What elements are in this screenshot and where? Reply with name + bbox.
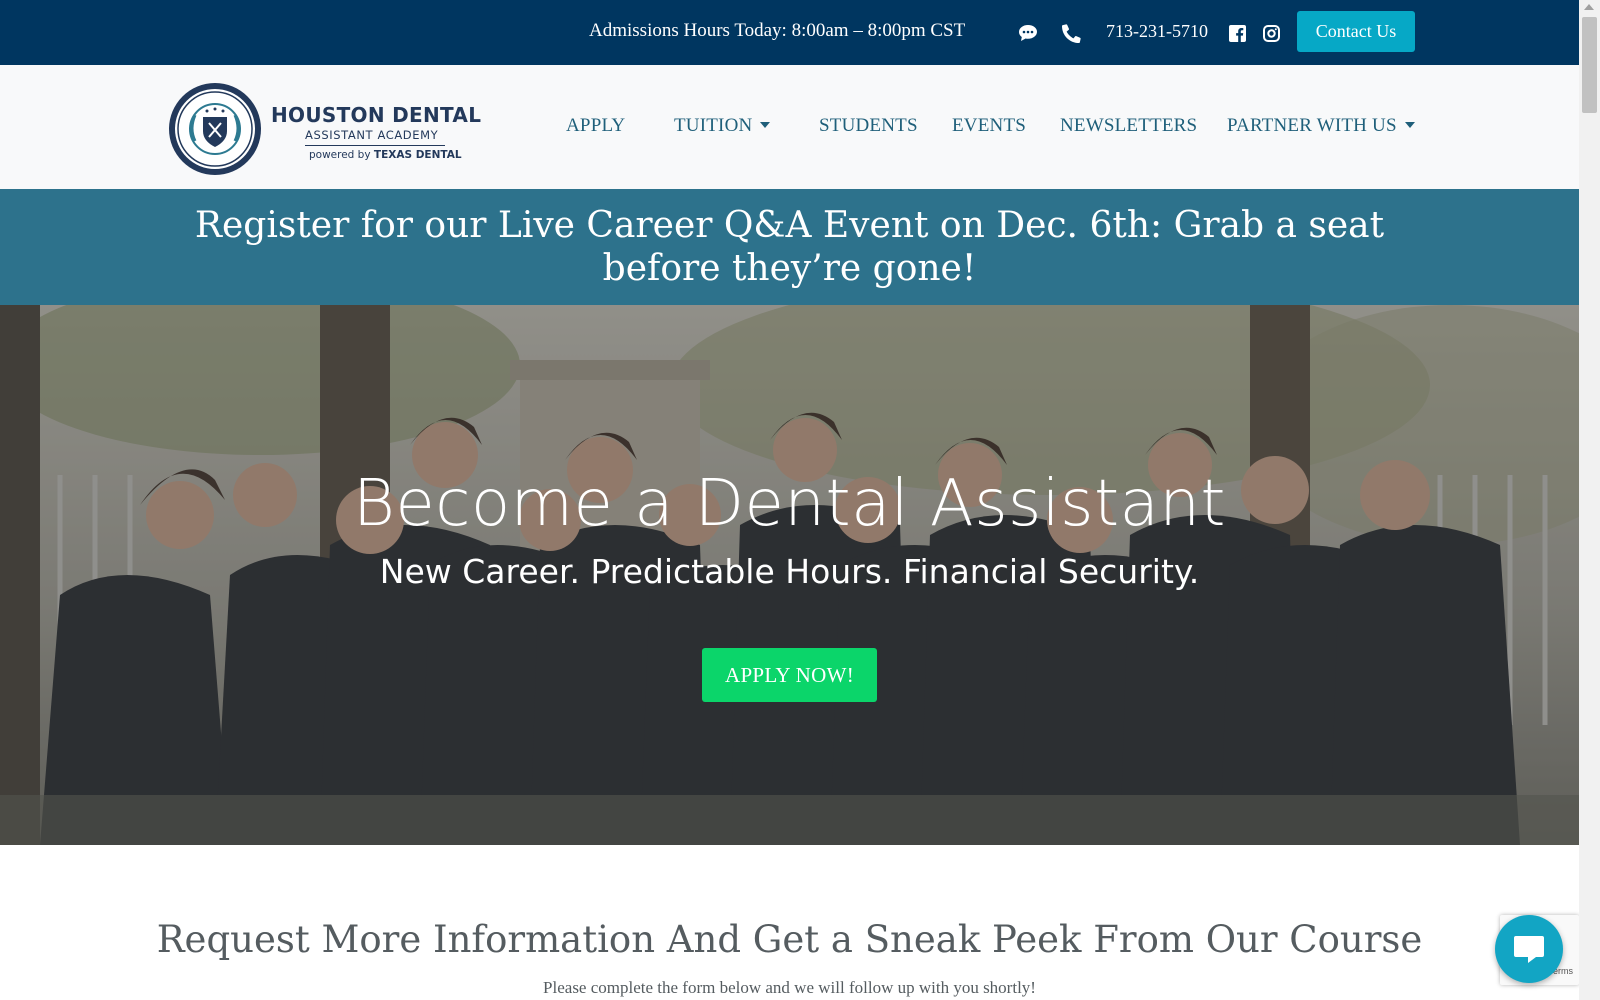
academy-seal-icon xyxy=(169,83,261,175)
chevron-down-icon xyxy=(760,122,771,128)
logo-powered-by: powered by xyxy=(309,149,371,161)
hero-title: Become a Dental Assistant xyxy=(353,467,1226,541)
logo-line-1: HOUSTON DENTAL xyxy=(271,103,482,127)
announcement-text: Register for our Live Career Q&A Event o… xyxy=(194,205,1385,289)
nav-item-tuition[interactable]: TUITION xyxy=(674,115,771,137)
nav-item-partner-label: PARTNER WITH US xyxy=(1227,115,1397,136)
nav-item-events[interactable]: EVENTS xyxy=(952,115,1026,137)
phone-number-link[interactable]: 713-231-5710 xyxy=(1106,21,1208,42)
nav-item-partner[interactable]: PARTNER WITH US xyxy=(1227,115,1415,137)
live-chat-button[interactable] xyxy=(1495,915,1563,983)
nav-item-students[interactable]: STUDENTS xyxy=(819,115,918,137)
logo-line-3: powered by TEXAS DENTAL xyxy=(309,149,481,161)
logo-wordmark: HOUSTON DENTAL ASSISTANT ACADEMY powered… xyxy=(271,103,481,161)
nav-item-newsletters[interactable]: NEWSLETTERS xyxy=(1060,115,1197,137)
nav-item-tuition-label: TUITION xyxy=(674,115,753,136)
phone-icon[interactable] xyxy=(1060,22,1082,44)
admissions-hours: Admissions Hours Today: 8:00am – 8:00pm … xyxy=(589,20,966,41)
apply-now-button[interactable]: APPLY NOW! xyxy=(702,648,877,702)
site-header: HOUSTON DENTAL ASSISTANT ACADEMY powered… xyxy=(0,65,1579,189)
request-info-subtitle: Please complete the form below and we wi… xyxy=(543,978,1036,997)
logo-partner-brand: TEXAS DENTAL xyxy=(373,149,462,161)
hero-subtitle: New Career. Predictable Hours. Financial… xyxy=(379,552,1200,591)
request-info-title: Request More Information And Get a Sneak… xyxy=(156,918,1423,961)
site-logo[interactable]: HOUSTON DENTAL ASSISTANT ACADEMY powered… xyxy=(167,81,481,175)
hero-section: Become a Dental Assistant New Career. Pr… xyxy=(0,305,1579,845)
event-announcement-banner[interactable]: Register for our Live Career Q&A Event o… xyxy=(0,189,1579,305)
contact-us-button[interactable]: Contact Us xyxy=(1297,11,1415,52)
chevron-down-icon xyxy=(1404,122,1415,128)
scrollbar-thumb[interactable] xyxy=(1582,17,1597,113)
nav-item-apply[interactable]: APPLY xyxy=(566,115,625,137)
scroll-up-arrow-icon[interactable] xyxy=(1584,4,1594,10)
top-utility-bar: Admissions Hours Today: 8:00am – 8:00pm … xyxy=(0,0,1579,65)
instagram-icon[interactable] xyxy=(1260,22,1282,44)
chat-icon xyxy=(1514,936,1544,963)
chat-bubble-icon[interactable] xyxy=(1017,22,1039,44)
logo-line-2: ASSISTANT ACADEMY xyxy=(305,128,439,142)
page-scrollbar[interactable] xyxy=(1579,0,1600,1000)
logo-divider xyxy=(305,145,445,146)
facebook-icon[interactable] xyxy=(1226,22,1248,44)
